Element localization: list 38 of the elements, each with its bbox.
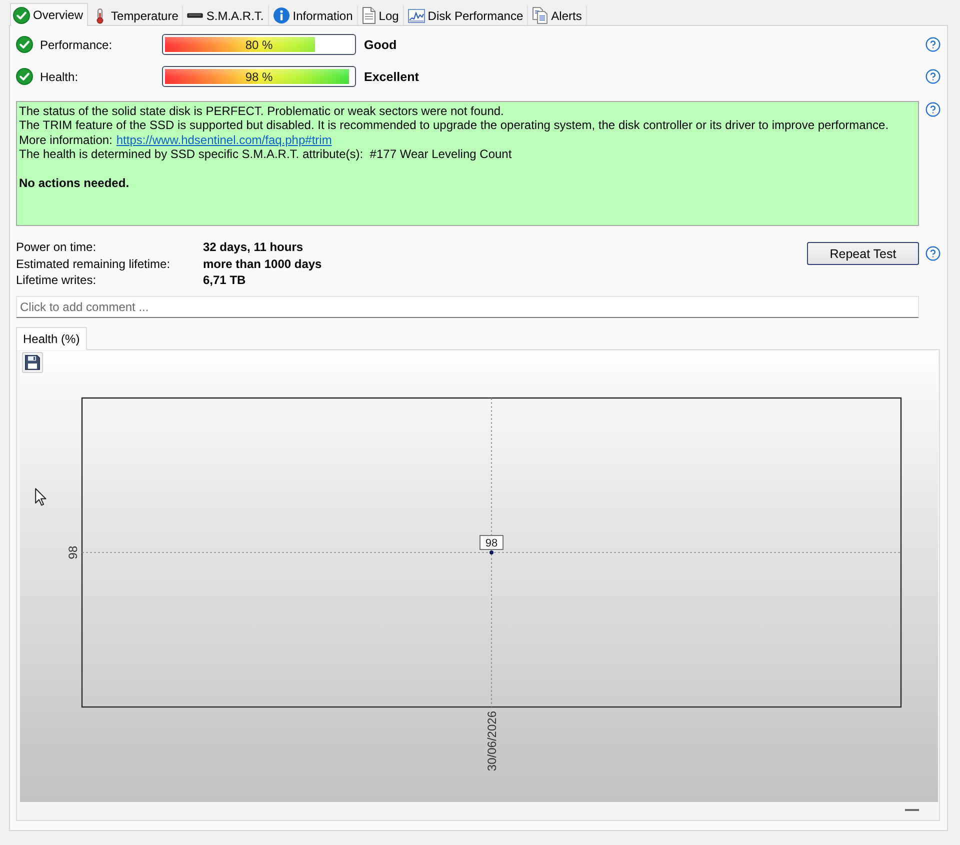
- x-tick-label: 30/06/2026: [485, 710, 499, 771]
- help-icon[interactable]: [925, 68, 941, 85]
- detail-value: 6,71 TB: [203, 272, 247, 288]
- help-icon[interactable]: [925, 245, 941, 262]
- help-icon[interactable]: [925, 36, 941, 53]
- dash-icon: [905, 809, 919, 811]
- tab[interactable]: Overview: [10, 3, 88, 26]
- data-label: 98: [480, 534, 504, 550]
- check-circle-icon: [13, 6, 30, 24]
- chart-tab[interactable]: Health (%): [16, 326, 87, 350]
- detail-label: Estimated remaining lifetime:: [16, 256, 172, 272]
- message-text: The status of the solid state disk is PERFECT. Problematic or weak sectors were not found.: [19, 104, 505, 118]
- drive-icon: [187, 13, 204, 18]
- rating-text: Excellent: [364, 70, 419, 84]
- check-circle-icon: [16, 68, 33, 85]
- data-point: [490, 550, 494, 554]
- conclusion-text: No actions needed.: [19, 176, 130, 190]
- faq-link[interactable]: https://www.hdsentinel.com/faq.php#trim: [116, 132, 332, 147]
- check-circle-icon: [16, 36, 33, 53]
- message-text: The health is determined by SSD specific S.M.A.R.T. attribute(s): #177 Wear Leveling Count: [19, 147, 513, 162]
- help-icon[interactable]: [925, 101, 941, 118]
- y-tick-label: 98: [66, 545, 80, 559]
- progress-reading: 98 %: [245, 70, 273, 84]
- rating-text: Good: [364, 38, 397, 52]
- detail-label: Power on time:: [16, 239, 98, 256]
- repeat-test-button[interactable]: Repeat Test: [807, 242, 919, 265]
- detail-value: more than 1000 days: [203, 256, 322, 272]
- detail-value: 32 days, 11 hours: [203, 239, 304, 256]
- message-text: The TRIM feature of the SSD is supported but disabled. It is recommended to upgrade the operating system, the disk controller or its driver to improve performance.: [19, 118, 890, 133]
- status-label: Health:: [40, 70, 80, 84]
- message-text: More information:: [19, 132, 112, 147]
- cursor-icon: [35, 488, 47, 506]
- detail-label: Lifetime writes:: [16, 272, 98, 288]
- line-chart-icon: [408, 8, 425, 22]
- status-label: Performance:: [40, 38, 114, 52]
- progress-reading: 80 %: [245, 38, 273, 52]
- save-button[interactable]: [22, 352, 43, 372]
- comment-field[interactable]: Click to add comment ...: [16, 296, 919, 318]
